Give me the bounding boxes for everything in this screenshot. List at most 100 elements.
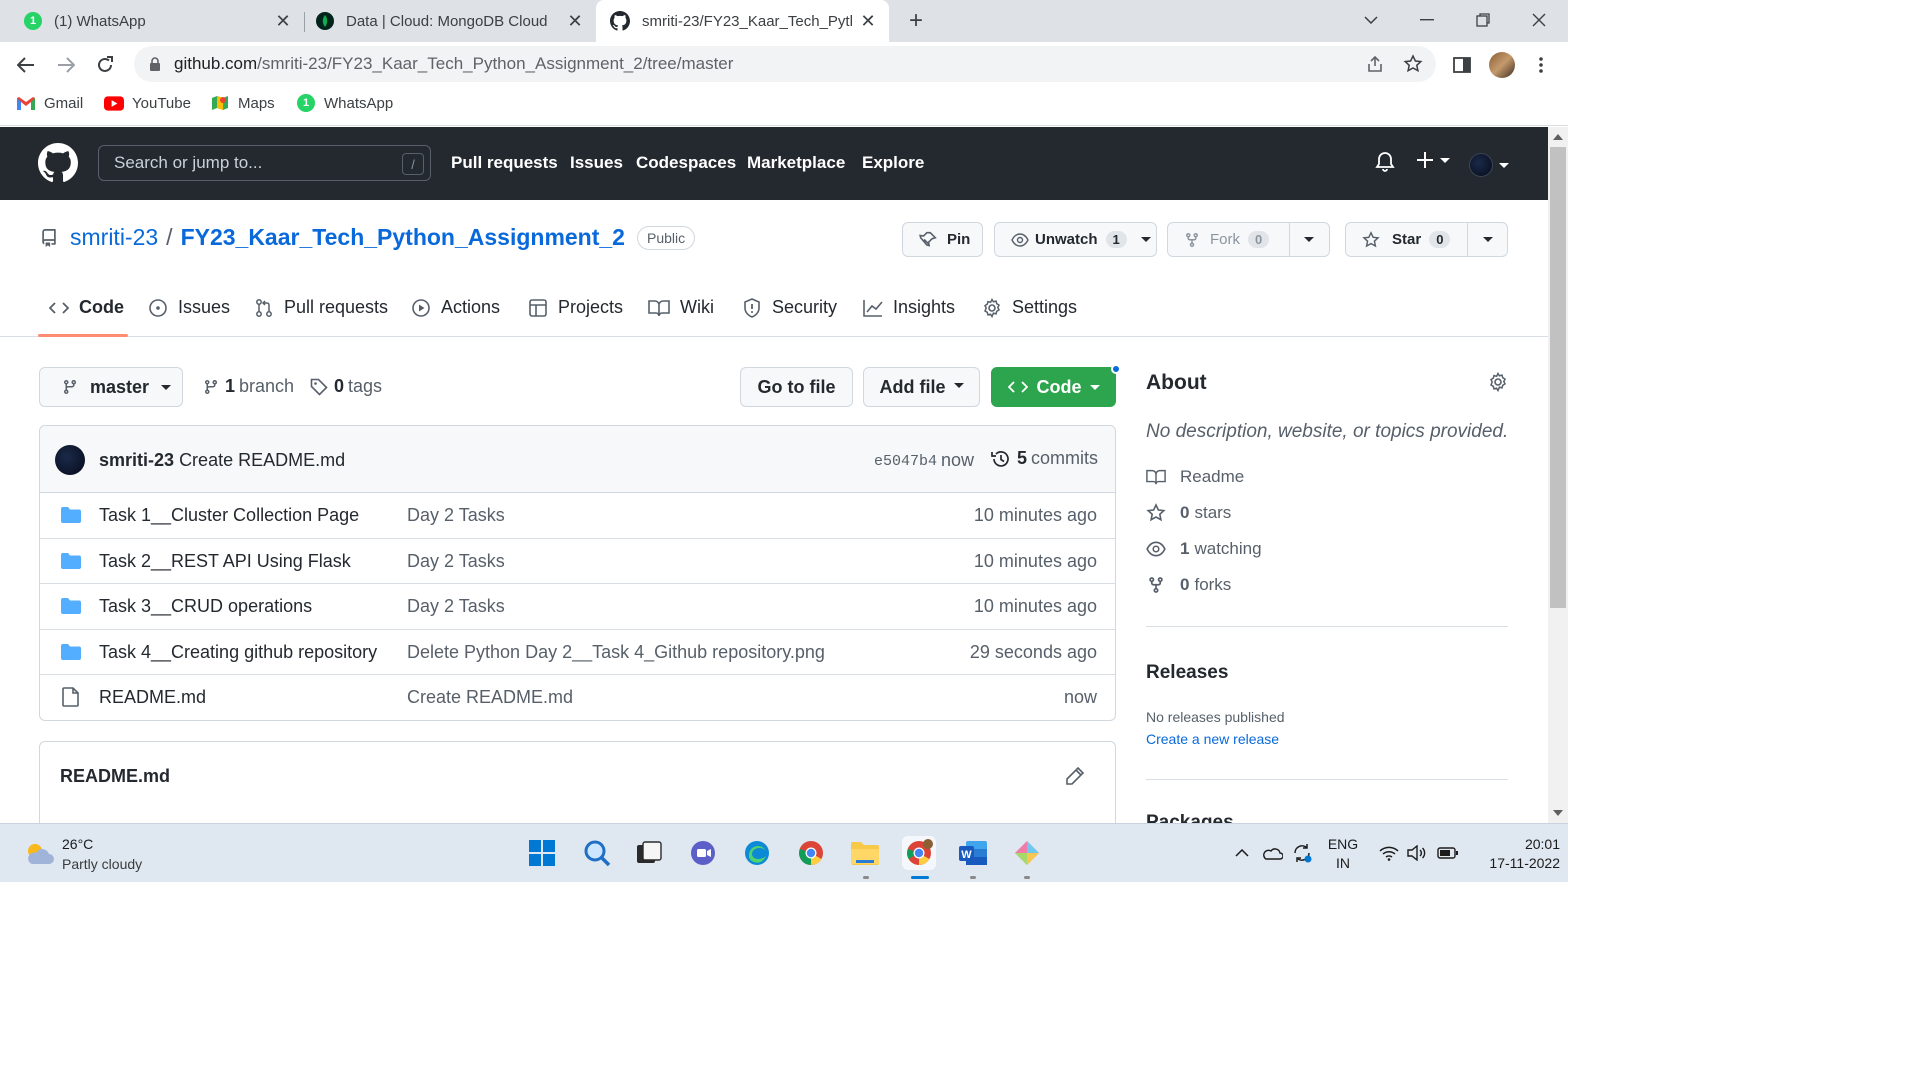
- bookmark-maps[interactable]: Maps: [210, 94, 275, 112]
- file-row[interactable]: Task 3__CRUD operations Day 2 Tasks 10 m…: [40, 583, 1115, 628]
- file-name[interactable]: README.md: [99, 687, 206, 708]
- tab-wiki[interactable]: Wiki: [648, 297, 714, 318]
- file-row[interactable]: Task 4__Creating github repository Delet…: [40, 629, 1115, 674]
- add-file-button[interactable]: Add file: [863, 367, 980, 407]
- scroll-up-arrow-icon[interactable]: [1553, 134, 1563, 140]
- close-icon[interactable]: ✕: [859, 11, 877, 31]
- address-bar[interactable]: github.com/smriti-23/FY23_Kaar_Tech_Pyth…: [134, 46, 1436, 82]
- readme-title[interactable]: README.md: [60, 766, 170, 787]
- repo-name-link[interactable]: FY23_Kaar_Tech_Python_Assignment_2: [181, 224, 625, 251]
- code-dropdown-button[interactable]: Code: [991, 367, 1116, 407]
- battery-icon[interactable]: [1437, 847, 1459, 859]
- tab-projects[interactable]: Projects: [528, 297, 623, 318]
- browser-tab-github[interactable]: smriti-23/FY23_Kaar_Tech_Python ✕: [596, 0, 889, 42]
- scrollbar-thumb[interactable]: [1550, 147, 1566, 608]
- releases-heading[interactable]: Releases: [1146, 662, 1228, 684]
- branch-select-button[interactable]: master: [39, 367, 183, 407]
- chrome-app-profile[interactable]: [902, 836, 936, 870]
- tab-code[interactable]: Code: [49, 297, 124, 318]
- stars-link[interactable]: 0 stars: [1146, 503, 1231, 523]
- teams-chat-button[interactable]: [686, 836, 720, 870]
- new-tab-button[interactable]: +: [903, 7, 929, 34]
- start-button[interactable]: [525, 836, 559, 870]
- fork-button[interactable]: Fork 0: [1167, 222, 1330, 257]
- tab-security[interactable]: Security: [742, 297, 837, 318]
- unwatch-button[interactable]: Unwatch 1: [994, 222, 1157, 257]
- commits-link[interactable]: 5 commits: [991, 448, 1098, 469]
- chrome-app[interactable]: [794, 836, 828, 870]
- avatar[interactable]: [55, 445, 85, 475]
- commit-message[interactable]: smriti-23 Create README.md: [99, 450, 345, 471]
- nav-marketplace[interactable]: Marketplace: [747, 153, 845, 173]
- repo-owner-link[interactable]: smriti-23: [70, 224, 158, 251]
- file-row[interactable]: README.md Create README.md now: [40, 674, 1115, 719]
- bookmark-youtube[interactable]: YouTube: [104, 94, 191, 112]
- search-button[interactable]: [580, 836, 614, 870]
- input-region[interactable]: IN: [1327, 855, 1359, 871]
- bookmark-whatsapp[interactable]: 1 WhatsApp: [296, 94, 393, 112]
- tab-insights[interactable]: Insights: [863, 297, 955, 318]
- nav-pull-requests[interactable]: Pull requests: [451, 153, 558, 173]
- profile-avatar[interactable]: [1488, 51, 1516, 79]
- file-name[interactable]: Task 3__CRUD operations: [99, 596, 312, 617]
- branches-link[interactable]: 1 branch: [203, 376, 294, 397]
- sync-icon[interactable]: [1291, 842, 1313, 864]
- file-commit-message[interactable]: Day 2 Tasks: [407, 596, 505, 617]
- commit-sha[interactable]: e5047b4: [874, 453, 937, 470]
- scroll-down-arrow-icon[interactable]: [1553, 810, 1563, 816]
- file-row[interactable]: Task 2__REST API Using Flask Day 2 Tasks…: [40, 538, 1115, 583]
- snipping-app[interactable]: [1010, 836, 1044, 870]
- reload-button[interactable]: [91, 51, 119, 79]
- browser-tab-whatsapp[interactable]: 1 (1) WhatsApp ✕: [14, 0, 304, 42]
- bookmark-gmail[interactable]: Gmail: [16, 94, 83, 112]
- onedrive-icon[interactable]: [1261, 846, 1283, 860]
- back-button[interactable]: [12, 51, 40, 79]
- file-name[interactable]: Task 2__REST API Using Flask: [99, 551, 351, 572]
- side-panel-button[interactable]: [1448, 51, 1476, 79]
- pin-button[interactable]: Pin: [902, 222, 983, 257]
- input-language[interactable]: ENG: [1327, 836, 1359, 852]
- tab-issues[interactable]: Issues: [148, 297, 230, 318]
- forks-link[interactable]: 0 forks: [1146, 575, 1231, 595]
- search-input[interactable]: Search or jump to... /: [98, 145, 431, 181]
- volume-icon[interactable]: [1407, 845, 1427, 861]
- readme-link[interactable]: Readme: [1146, 467, 1244, 487]
- file-row[interactable]: Task 1__Cluster Collection Page Day 2 Ta…: [40, 493, 1115, 538]
- close-icon[interactable]: ✕: [274, 11, 292, 31]
- chevron-up-icon[interactable]: [1235, 849, 1249, 857]
- minimize-button[interactable]: [1409, 6, 1445, 34]
- tags-link[interactable]: 0 tags: [310, 376, 382, 397]
- tab-search-button[interactable]: [1353, 6, 1389, 34]
- close-window-button[interactable]: [1521, 6, 1557, 34]
- tab-pull-requests[interactable]: Pull requests: [254, 297, 388, 318]
- file-commit-message[interactable]: Day 2 Tasks: [407, 505, 505, 526]
- file-commit-message[interactable]: Delete Python Day 2__Task 4_Github repos…: [407, 642, 825, 663]
- gear-icon[interactable]: [1488, 372, 1508, 392]
- watching-link[interactable]: 1 watching: [1146, 539, 1262, 559]
- forward-button[interactable]: [52, 51, 80, 79]
- star-button[interactable]: Star 0: [1345, 222, 1508, 257]
- nav-issues[interactable]: Issues: [570, 153, 623, 173]
- user-menu-button[interactable]: [1469, 153, 1509, 177]
- nav-codespaces[interactable]: Codespaces: [636, 153, 736, 173]
- word-app[interactable]: W: [956, 836, 990, 870]
- clock-date[interactable]: 17-11-2022: [1466, 855, 1560, 871]
- tab-settings[interactable]: Settings: [982, 297, 1077, 318]
- go-to-file-button[interactable]: Go to file: [740, 367, 853, 407]
- file-name[interactable]: Task 4__Creating github repository: [99, 642, 377, 663]
- pencil-icon[interactable]: [1065, 766, 1085, 786]
- task-view-button[interactable]: [632, 836, 666, 870]
- edge-app[interactable]: [740, 836, 774, 870]
- weather-widget[interactable]: [20, 824, 170, 882]
- close-icon[interactable]: ✕: [566, 11, 584, 31]
- github-logo-icon[interactable]: [38, 143, 78, 183]
- create-release-link[interactable]: Create a new release: [1146, 731, 1279, 747]
- file-name[interactable]: Task 1__Cluster Collection Page: [99, 505, 359, 526]
- restore-button[interactable]: [1465, 6, 1501, 34]
- browser-menu-button[interactable]: [1527, 51, 1555, 79]
- browser-tab-mongodb[interactable]: Data | Cloud: MongoDB Cloud ✕: [306, 0, 596, 42]
- tab-actions[interactable]: Actions: [411, 297, 500, 318]
- create-new-button[interactable]: [1416, 151, 1450, 169]
- file-commit-message[interactable]: Day 2 Tasks: [407, 551, 505, 572]
- notifications-button[interactable]: [1375, 151, 1395, 173]
